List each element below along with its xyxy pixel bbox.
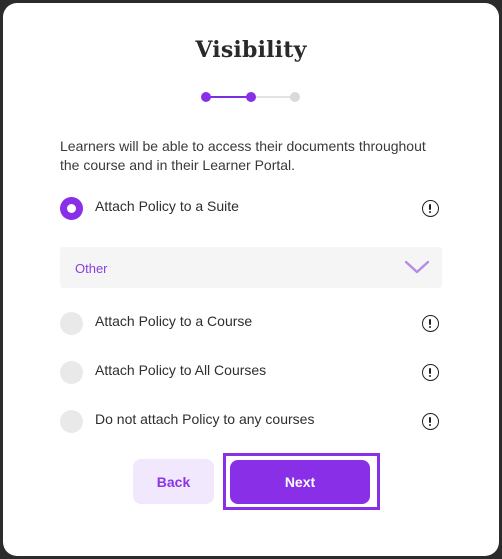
info-icon[interactable] (422, 364, 439, 381)
visibility-description: Learners will be able to access their do… (60, 138, 426, 173)
option-attach-suite[interactable]: Attach Policy to a Suite (60, 197, 445, 223)
stepper-dot-2 (246, 92, 256, 102)
modal-title: Visibility (195, 37, 307, 63)
chevron-down-icon (404, 260, 430, 274)
progress-stepper (199, 90, 305, 104)
option-label: Attach Policy to a Suite (95, 198, 239, 214)
option-label: Attach Policy to a Course (95, 313, 253, 329)
stepper-dot-3 (290, 92, 300, 102)
radio-button[interactable] (60, 197, 83, 220)
back-button[interactable]: Back (133, 459, 214, 504)
info-icon[interactable] (422, 200, 439, 217)
suite-select-value: Other (75, 261, 108, 276)
option-attach-all-courses[interactable]: Attach Policy to All Courses (60, 361, 445, 387)
radio-button[interactable] (60, 361, 83, 384)
info-icon[interactable] (422, 413, 439, 430)
option-attach-course[interactable]: Attach Policy to a Course (60, 312, 445, 338)
stepper-line-completed (207, 95, 247, 98)
next-button[interactable]: Next (230, 460, 370, 504)
option-label: Attach Policy to All Courses (95, 362, 267, 378)
info-icon[interactable] (422, 315, 439, 332)
radio-button[interactable] (60, 410, 83, 433)
suite-select[interactable]: Other (60, 247, 442, 288)
option-label: Do not attach Policy to any courses (95, 411, 315, 427)
radio-button[interactable] (60, 312, 83, 335)
stepper-dot-1 (201, 92, 211, 102)
visibility-modal: Visibility Learners will be able to acce… (3, 3, 499, 556)
stepper-line-pending (251, 95, 291, 98)
option-do-not-attach[interactable]: Do not attach Policy to any courses (60, 410, 445, 436)
